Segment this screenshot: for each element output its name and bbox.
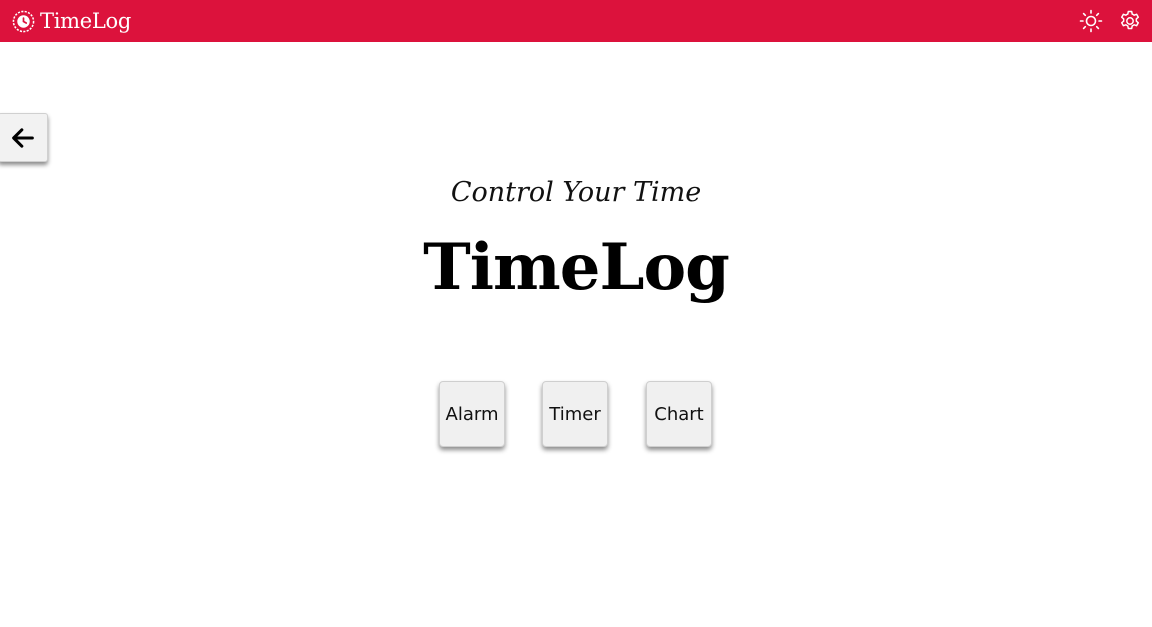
chart-button[interactable]: Chart	[646, 381, 712, 447]
timer-button[interactable]: Timer	[542, 381, 608, 447]
sun-icon[interactable]	[1079, 9, 1103, 33]
gear-icon[interactable]	[1118, 9, 1142, 33]
brand-name: TimeLog	[40, 9, 131, 33]
top-app-bar: TimeLog	[0, 0, 1152, 42]
brand[interactable]: TimeLog	[12, 8, 131, 34]
alarm-button[interactable]: Alarm	[439, 381, 505, 447]
clock-logo-icon	[12, 10, 35, 32]
tagline: Control Your Time	[450, 177, 702, 208]
page-title: TimeLog	[423, 230, 730, 305]
back-button[interactable]	[0, 113, 48, 162]
arrow-left-icon	[12, 127, 34, 148]
